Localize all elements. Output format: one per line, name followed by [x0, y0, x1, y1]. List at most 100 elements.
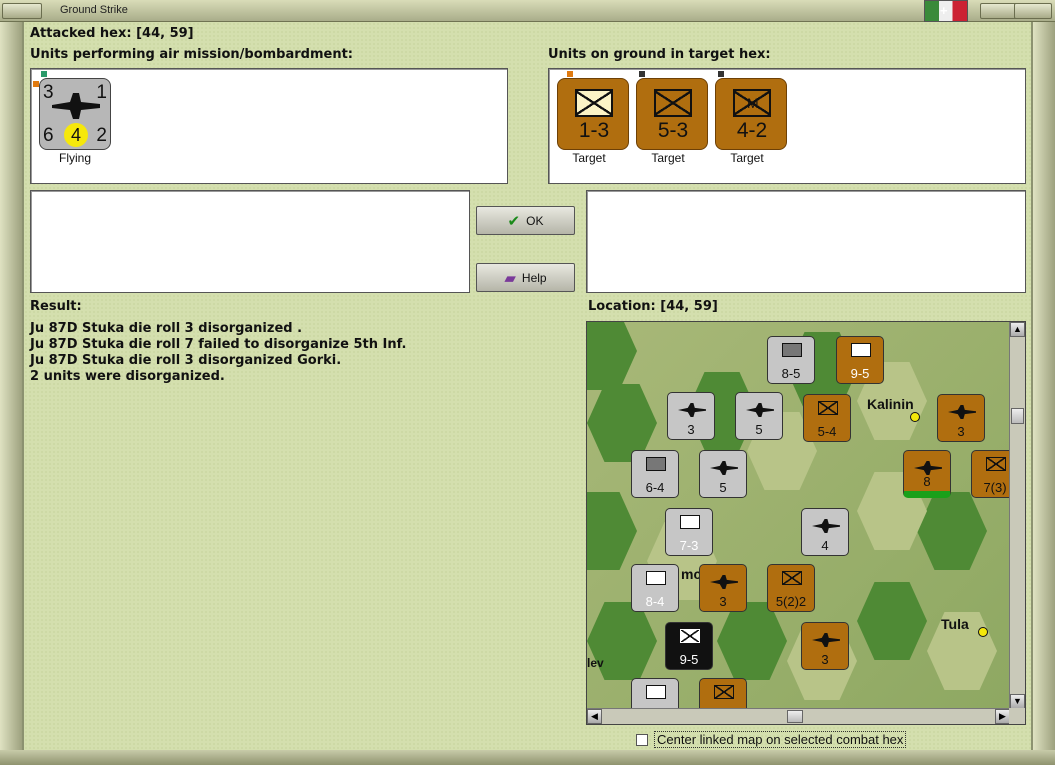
map-place-name: Tula [941, 616, 969, 632]
air-unit-caption: Flying [58, 151, 91, 165]
scroll-left-arrow-icon[interactable]: ◀ [587, 709, 602, 724]
title-bar: Ground Strike + [0, 0, 1055, 22]
forest-hex [587, 322, 637, 390]
stuka-plane-icon [52, 93, 100, 119]
map-counter-value: 7-3 [679, 538, 699, 553]
minimize-window-button[interactable] [2, 3, 42, 19]
forest-hex [857, 582, 927, 660]
ok-button[interactable]: ✔ OK [476, 206, 575, 235]
result-line: 2 units were disorganized. [30, 369, 225, 384]
counter-value: 1-3 [578, 119, 610, 142]
air-map-counter[interactable]: 3 [801, 622, 849, 670]
result-line: Ju 87D Stuka die roll 3 disorganized Gor… [30, 353, 342, 368]
plane-icon [710, 461, 738, 475]
map-counter[interactable] [631, 678, 679, 709]
map-viewport[interactable]: 8-5 9-5 3 5 5-4 Kalinin 3 6-4 5 8 7(3) 7… [587, 322, 1010, 709]
scroll-down-arrow-icon[interactable]: ▼ [1010, 694, 1025, 709]
motorized-infantry-symbol-icon: M [733, 89, 771, 117]
counter-bottom-left: 6 [43, 125, 54, 146]
map-counter-value: 5 [755, 422, 763, 437]
map-counter[interactable]: 9-5 [665, 622, 713, 670]
help-button[interactable]: ▰ Help [476, 263, 575, 292]
left-frame [0, 22, 22, 750]
map-counter-value: 8-5 [781, 366, 801, 381]
ground-unit-caption: Target [651, 151, 685, 165]
forest-hex [587, 492, 637, 570]
air-unit-counter[interactable]: 3 1 6 4 2 [39, 78, 111, 150]
window-title: Ground Strike [60, 4, 128, 16]
air-units-panel: 3 1 6 4 2 Flying [30, 68, 508, 184]
plane-icon [746, 403, 774, 417]
attacked-hex-label: Attacked hex: [44, 59] [30, 26, 194, 41]
counter-value: 5-3 [657, 119, 689, 142]
help-book-icon: ▰ [504, 269, 516, 287]
air-units-label: Units performing air mission/bombardment… [30, 47, 354, 62]
map-counter-value: 7(3) [983, 480, 1007, 495]
map-counter[interactable]: 5-4 [803, 394, 851, 442]
map-counter[interactable]: 8-4 [631, 564, 679, 612]
air-map-counter[interactable]: 3 [937, 394, 985, 442]
location-map[interactable]: 8-5 9-5 3 5 5-4 Kalinin 3 6-4 5 8 7(3) 7… [586, 321, 1026, 725]
infantry-symbol-icon [575, 89, 613, 117]
map-counter[interactable]: 7(3) [971, 450, 1010, 498]
map-vertical-scrollbar[interactable]: ▲ ▼ [1009, 322, 1025, 709]
map-counter[interactable]: 8-5 [767, 336, 815, 384]
air-map-counter[interactable]: 3 [667, 392, 715, 440]
city-marker-icon [910, 412, 920, 422]
air-map-counter[interactable]: 4 [801, 508, 849, 556]
nation-flag-icon: + [924, 0, 968, 22]
city-marker-icon [978, 627, 988, 637]
air-map-counter[interactable]: 5 [699, 450, 747, 498]
counter-bottom-right: 2 [96, 125, 107, 146]
map-counter-value: 8 [923, 474, 931, 489]
plane-icon [812, 633, 840, 647]
map-counter[interactable]: 6-4 [631, 450, 679, 498]
air-map-counter[interactable]: 8 [903, 450, 951, 498]
forest-hex [717, 602, 787, 680]
air-map-counter[interactable]: 3 [699, 564, 747, 612]
map-place-name: lev [587, 656, 604, 670]
map-counter-value: 5 [719, 480, 727, 495]
map-counter-value: 3 [687, 422, 695, 437]
unit-marker-icon [567, 71, 573, 77]
counter-bottom-mid: 4 [64, 123, 88, 147]
ground-unit-counter[interactable]: 5-3 [636, 78, 708, 150]
ground-unit-caption: Target [730, 151, 764, 165]
close-window-button[interactable] [1014, 3, 1052, 19]
center-map-checkbox-row[interactable]: Center linked map on selected combat hex [636, 731, 907, 748]
map-counter[interactable] [699, 678, 747, 709]
ground-units-panel: 1-3 Target 5-3 Target M 4-2 Target [548, 68, 1026, 184]
unit-marker-icon [41, 71, 47, 77]
map-counter-value: 5(2)2 [775, 594, 807, 609]
horizontal-scroll-thumb[interactable] [787, 710, 803, 723]
map-counter-value: 3 [719, 594, 727, 609]
checkmark-icon: ✔ [507, 212, 521, 230]
plane-icon [812, 519, 840, 533]
map-counter[interactable]: 7-3 [665, 508, 713, 556]
counter-value: 4-2 [736, 119, 768, 142]
map-counter-value: 5-4 [817, 424, 837, 439]
plane-icon [914, 461, 942, 475]
scroll-up-arrow-icon[interactable]: ▲ [1010, 322, 1025, 337]
plane-icon [678, 403, 706, 417]
center-map-checkbox[interactable] [636, 733, 648, 746]
map-horizontal-scrollbar[interactable]: ◀ ▶ [587, 708, 1010, 724]
scroll-right-arrow-icon[interactable]: ▶ [995, 709, 1010, 724]
ground-unit-counter[interactable]: M 4-2 [715, 78, 787, 150]
forest-hex [917, 492, 987, 570]
air-map-counter[interactable]: 5 [735, 392, 783, 440]
motorized-mark: M [747, 95, 759, 111]
ground-unit-counter[interactable]: 1-3 [557, 78, 629, 150]
location-label: Location: [44, 59] [588, 299, 718, 314]
map-counter[interactable]: 9-5 [836, 336, 884, 384]
bottom-frame [0, 750, 1055, 765]
ground-unit-caption: Target [572, 151, 606, 165]
map-place-name: Kalinin [867, 396, 914, 412]
center-map-checkbox-label[interactable]: Center linked map on selected combat hex [654, 731, 907, 748]
vertical-scroll-thumb[interactable] [1011, 408, 1024, 424]
map-counter[interactable]: 5(2)2 [767, 564, 815, 612]
map-counter-value: 9-5 [850, 366, 870, 381]
map-counter-value: 3 [821, 652, 829, 667]
attacker-detail-panel [30, 190, 470, 293]
result-label: Result: [30, 299, 82, 314]
